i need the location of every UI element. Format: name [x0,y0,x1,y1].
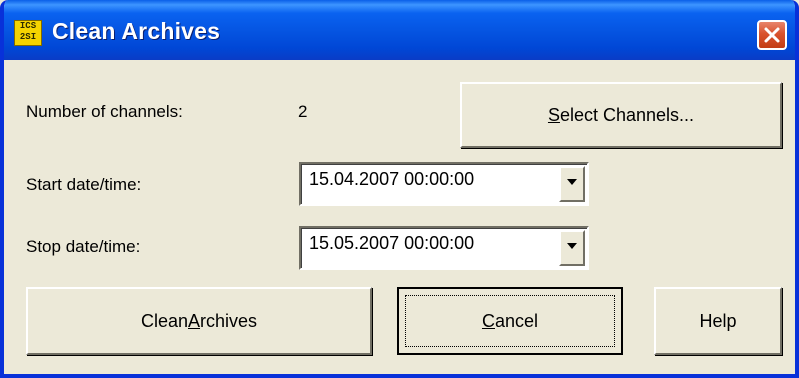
stop-date-dropdown-button[interactable] [559,230,585,266]
focus-rectangle [405,295,615,347]
chevron-down-icon [567,243,577,249]
clean-archives-label-post: rchives [200,310,258,331]
channels-label: Number of channels: [26,102,183,121]
clean-archives-window: ICS 2SI Clean Archives Number of channels… [0,0,799,378]
chevron-down-icon [567,179,577,185]
title-bar[interactable]: ICS 2SI Clean Archives [4,0,795,60]
select-channels-accel: S [547,104,560,125]
select-channels-button[interactable]: Select Channels... [460,82,782,148]
window-title: Clean Archives [52,18,221,44]
select-channels-label-post: elect Channels... [559,104,695,125]
close-icon [764,27,780,43]
stop-date-label: Stop date/time: [26,237,141,256]
cancel-button[interactable]: Cancel [397,287,623,355]
help-button[interactable]: Help [654,287,782,355]
clean-archives-accel: A [188,310,201,331]
start-date-dropdown-button[interactable] [559,166,585,202]
clean-archives-button[interactable]: Clean Archives [26,287,372,355]
app-icon: ICS 2SI [14,20,42,46]
start-date-value: 15.04.2007 00:00:00 [309,169,475,189]
clean-archives-label-pre: Clean [140,310,188,331]
dialog-content: Number of channels: 2 Select Channels...… [4,60,795,374]
stop-date-value: 15.05.2007 00:00:00 [309,233,475,253]
channels-count: 2 [298,102,308,121]
start-date-label: Start date/time: [26,175,142,194]
stop-date-combo[interactable]: 15.05.2007 00:00:00 [299,226,589,270]
start-date-combo[interactable]: 15.04.2007 00:00:00 [299,162,589,206]
close-button[interactable] [757,20,787,50]
